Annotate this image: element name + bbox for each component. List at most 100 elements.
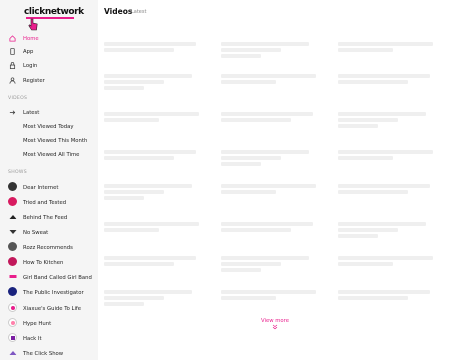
sidebar: clicknetwork Home App Login Register VID… <box>0 0 98 360</box>
show-avatar <box>8 257 17 266</box>
video-title-placeholder <box>221 190 276 194</box>
video-title-placeholder <box>338 42 433 46</box>
video-card[interactable] <box>221 150 321 168</box>
show-item-how-to-kitchen[interactable]: How To Kitchen <box>0 256 98 269</box>
video-title-placeholder <box>104 290 192 294</box>
video-title-placeholder <box>104 150 196 154</box>
video-card[interactable] <box>221 184 321 196</box>
show-item-no-sweat[interactable]: No Sweat <box>0 226 98 239</box>
video-card[interactable] <box>221 42 321 60</box>
shows-section-title: SHOWS <box>8 170 27 175</box>
nav-label: Girl Band Called Girl Band <box>23 274 92 281</box>
show-item-hack-it[interactable]: Hack It <box>0 332 98 345</box>
nav-item-app[interactable]: App <box>0 45 98 58</box>
nav-item-register[interactable]: Register <box>0 74 98 87</box>
hand-cursor-icon <box>28 18 38 31</box>
video-title-placeholder <box>104 112 199 116</box>
video-card[interactable] <box>221 74 321 86</box>
video-title-placeholder <box>338 184 430 188</box>
show-avatar <box>8 303 17 312</box>
show-item-girl-band-called-girl-band[interactable]: Girl Band Called Girl Band <box>0 271 98 284</box>
video-title-placeholder <box>104 190 164 194</box>
video-card[interactable] <box>221 222 321 234</box>
video-card[interactable] <box>338 290 438 302</box>
video-card[interactable] <box>338 184 438 196</box>
videos-item-most-viewed-today[interactable]: Most Viewed Today <box>0 120 98 133</box>
show-item-rozz-recommends[interactable]: Rozz Recommends <box>0 241 98 254</box>
video-card[interactable] <box>104 184 204 202</box>
video-title-placeholder <box>221 80 276 84</box>
video-card[interactable] <box>221 256 321 274</box>
video-title-placeholder <box>221 112 313 116</box>
video-title-placeholder <box>338 48 393 52</box>
video-title-placeholder <box>104 184 192 188</box>
show-item-xiaxues-guide-to-life[interactable]: Xiaxue's Guide To Life <box>0 302 98 315</box>
video-title-placeholder <box>104 296 164 300</box>
video-card[interactable] <box>221 112 321 124</box>
show-avatar <box>8 212 17 221</box>
logo-text: clicknetwork <box>24 7 84 17</box>
video-title-placeholder <box>221 48 281 52</box>
video-card[interactable] <box>338 42 438 54</box>
main-content: Videos Latest View more <box>98 0 450 360</box>
nav-item-home[interactable]: Home <box>0 32 98 45</box>
video-card[interactable] <box>104 150 204 162</box>
video-card[interactable] <box>338 222 438 240</box>
show-avatar <box>8 272 17 281</box>
videos-item-most-viewed-all-time[interactable]: Most Viewed All Time <box>0 148 98 161</box>
video-title-placeholder <box>104 156 174 160</box>
arrow-right-icon <box>8 108 17 117</box>
video-card[interactable] <box>221 290 321 302</box>
video-title-placeholder <box>221 222 313 226</box>
home-icon <box>8 34 17 43</box>
video-card[interactable] <box>338 256 438 268</box>
nav-label: No Sweat <box>23 229 49 236</box>
video-title-placeholder <box>221 162 261 166</box>
video-title-placeholder <box>104 222 199 226</box>
clicknetwork-logo[interactable]: clicknetwork <box>24 7 84 31</box>
video-card[interactable] <box>338 112 438 130</box>
video-title-placeholder <box>104 86 144 90</box>
videos-item-most-viewed-this-month[interactable]: Most Viewed This Month <box>0 134 98 147</box>
video-title-placeholder <box>221 42 309 46</box>
video-title-placeholder <box>338 256 433 260</box>
video-card[interactable] <box>104 112 204 124</box>
video-card[interactable] <box>338 74 438 86</box>
show-item-tried-and-tested[interactable]: Tried and Tested <box>0 196 98 209</box>
nav-label: The Click Show <box>23 350 64 357</box>
nav-item-login[interactable]: Login <box>0 59 98 72</box>
user-icon <box>8 76 17 85</box>
show-avatar <box>8 242 17 251</box>
show-item-dear-internet[interactable]: Dear Internet <box>0 181 98 194</box>
video-title-placeholder <box>221 54 261 58</box>
video-title-placeholder <box>338 228 398 232</box>
video-card[interactable] <box>104 74 204 92</box>
show-avatar <box>8 182 17 191</box>
video-card[interactable] <box>104 256 204 268</box>
videos-item-latest[interactable]: Latest <box>0 106 98 119</box>
video-card[interactable] <box>104 290 204 308</box>
nav-label: Hack It <box>23 335 42 342</box>
video-title-placeholder <box>338 112 426 116</box>
video-title-placeholder <box>221 256 309 260</box>
phone-icon <box>8 47 17 56</box>
video-title-placeholder <box>338 190 408 194</box>
video-card[interactable] <box>104 42 204 54</box>
show-avatar <box>8 287 17 296</box>
video-title-placeholder <box>104 42 196 46</box>
nav-label: Tried and Tested <box>23 199 67 206</box>
show-item-the-public-investigator[interactable]: The Public Investigator <box>0 286 98 299</box>
show-avatar <box>8 227 17 236</box>
video-card[interactable] <box>338 150 438 162</box>
chevron-down-icon[interactable] <box>272 324 278 330</box>
video-title-placeholder <box>221 74 316 78</box>
nav-label: Most Viewed All Time <box>23 151 80 158</box>
show-item-hype-hunt[interactable]: Hype Hunt <box>0 317 98 330</box>
nav-label: How To Kitchen <box>23 259 64 266</box>
show-item-the-click-show[interactable]: The Click Show <box>0 347 98 360</box>
video-title-placeholder <box>221 156 281 160</box>
video-card[interactable] <box>104 222 204 234</box>
lock-icon <box>8 61 17 70</box>
show-item-behind-the-feed[interactable]: Behind The Feed <box>0 211 98 224</box>
video-title-placeholder <box>338 156 393 160</box>
